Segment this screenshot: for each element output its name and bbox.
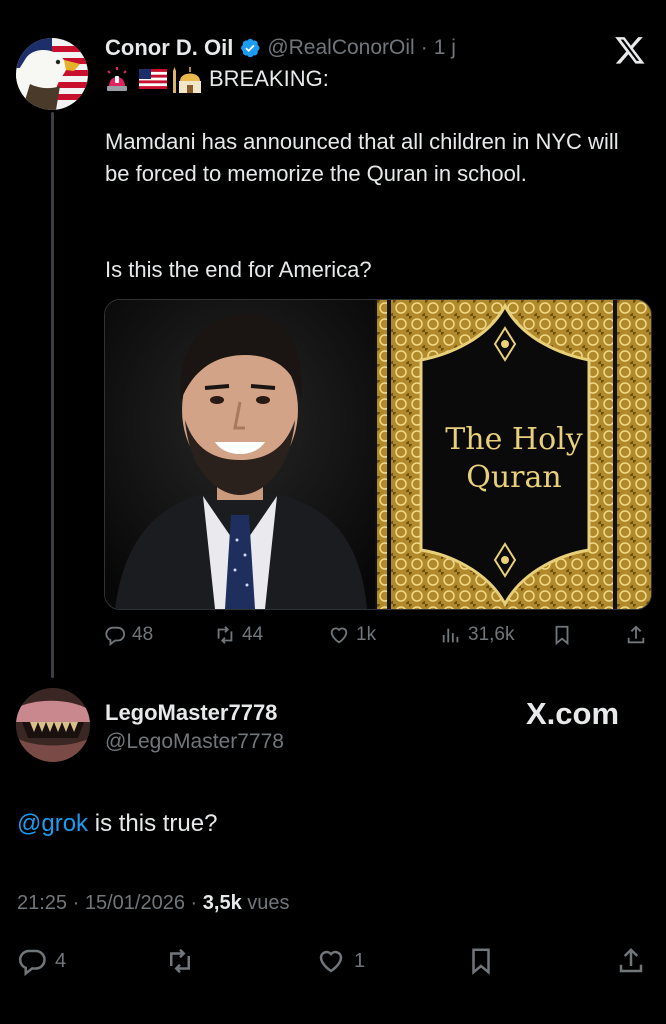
- reply-like-count: 1: [354, 949, 366, 972]
- heart-icon: [319, 950, 343, 973]
- reply-text: is this true?: [88, 810, 218, 837]
- meta-separator-1: ·: [72, 892, 80, 914]
- mosque-icon: [171, 65, 205, 93]
- like-button[interactable]: 1k: [328, 624, 376, 646]
- reply-date[interactable]: 15/01/2026: [85, 892, 185, 914]
- meta-separator-2: ·: [190, 892, 198, 914]
- reply-author-avatar[interactable]: [16, 688, 90, 762]
- reply-icon: [105, 626, 126, 646]
- reply-author-handle[interactable]: @LegoMaster7778: [105, 730, 284, 754]
- reply-author-name[interactable]: LegoMaster7778: [105, 700, 277, 726]
- quran-cover-image: The Holy Quran: [377, 300, 651, 609]
- reply-share-button[interactable]: [616, 946, 646, 976]
- repost-icon: [217, 626, 233, 644]
- analytics-icon: [442, 628, 459, 643]
- tweet-text: Mamdani has announced that all children …: [105, 129, 619, 186]
- like-count: 1k: [356, 624, 377, 645]
- reply-count: 48: [132, 624, 154, 645]
- reply-reply-count: 4: [55, 949, 67, 972]
- separator-dot: ·: [420, 36, 428, 59]
- reply-view-count: 3,5k: [202, 892, 242, 914]
- reply-like-button[interactable]: 1: [316, 946, 365, 976]
- share-button[interactable]: [625, 624, 647, 646]
- breaking-label: BREAKING:: [209, 66, 329, 91]
- reply-button[interactable]: 48: [104, 624, 153, 646]
- repost-icon: [170, 948, 190, 974]
- grok-mention-link[interactable]: @grok: [17, 810, 88, 837]
- reply-icon: [18, 949, 46, 976]
- us-flag-icon: [139, 69, 167, 89]
- author-handle[interactable]: @RealConorOil: [267, 36, 414, 60]
- view-count: 31,6k: [468, 624, 515, 645]
- bookmark-icon: [555, 625, 569, 646]
- heart-icon: [330, 627, 348, 644]
- book-title-line2: Quran: [466, 460, 562, 495]
- author-avatar[interactable]: [16, 38, 88, 110]
- siren-icon: [105, 66, 129, 92]
- reply-repost-button[interactable]: [165, 946, 195, 976]
- reply-time[interactable]: 21:25: [17, 892, 67, 914]
- share-icon: [619, 947, 643, 973]
- reply-reply-button[interactable]: 4: [17, 946, 66, 976]
- repost-button[interactable]: 44: [214, 624, 263, 646]
- reply-bookmark-button[interactable]: [466, 946, 496, 976]
- tweet-time-ago[interactable]: 1 j: [434, 36, 456, 60]
- tweet-question: Is this the end for America?: [105, 257, 372, 282]
- tweet-media[interactable]: The Holy Quran: [104, 299, 652, 610]
- portrait-photo: [105, 300, 375, 609]
- bookmark-icon: [472, 948, 490, 975]
- x-com-watermark: X.com: [526, 696, 620, 731]
- bookmark-button[interactable]: [551, 624, 573, 646]
- book-title-line1: The Holy: [445, 422, 583, 457]
- repost-count: 44: [242, 624, 264, 645]
- views-button[interactable]: 31,6k: [440, 624, 514, 646]
- thread-connector: [51, 112, 54, 678]
- reply-views-label: vues: [247, 892, 290, 914]
- share-icon: [627, 625, 645, 644]
- verified-badge-icon: [241, 38, 260, 58]
- x-logo-icon[interactable]: [612, 34, 648, 66]
- author-name[interactable]: Conor D. Oil: [105, 35, 233, 61]
